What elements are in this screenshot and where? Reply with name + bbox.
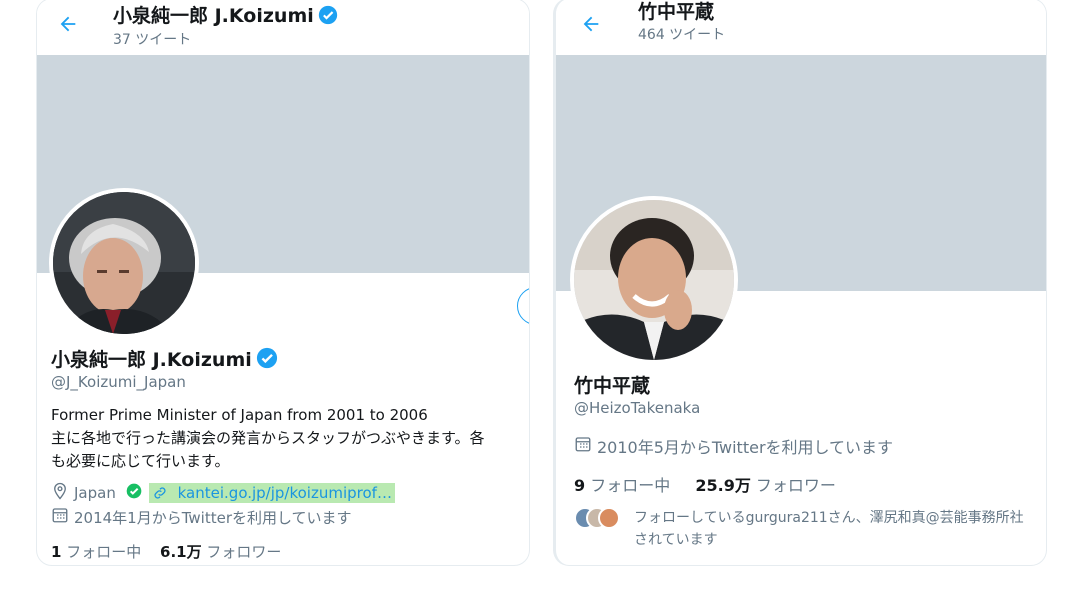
avatar[interactable] [49, 188, 199, 338]
bio-line: も必要に応じて行います。 [51, 452, 230, 470]
more-options-button[interactable] [517, 287, 529, 325]
profile-handle: @J_Koizumi_Japan [51, 373, 186, 391]
profile-card-koizumi: 小泉純一郎 J.Koizumi 37 ツイート 小泉純一郎 J.Koizumi … [36, 0, 530, 566]
link-icon [152, 484, 173, 502]
profile-name: 小泉純一郎 J.Koizumi [51, 349, 252, 371]
tweet-count: 464 ツイート [638, 27, 726, 43]
profile-card-takenaka: 竹中平蔵 464 ツイート 竹中平蔵 @HeizoTakenaka 2010年5… [553, 0, 1047, 566]
header-name: 小泉純一郎 J.Koizumi [113, 5, 314, 27]
profile-meta-row: Japan kantei.go.jp/jp/koizumiprof… [51, 482, 395, 504]
profile-header-bar: 竹中平蔵 464 ツイート [556, 0, 1046, 55]
verified-badge-icon [256, 347, 278, 374]
followed-by-line: フォローしているgurgura211さん、澤尻和真@芸能事務所社 [634, 510, 1024, 526]
profile-name-row: 小泉純一郎 J.Koizumi [51, 345, 278, 374]
tweet-count: 37 ツイート [113, 32, 192, 48]
back-arrow-icon[interactable] [580, 13, 606, 39]
followers-count: 25.9万 [695, 476, 751, 495]
profile-name: 竹中平蔵 [574, 375, 651, 397]
followed-by-text[interactable]: フォローしているgurgura211さん、澤尻和真@芸能事務所社 されています [634, 507, 1024, 551]
followed-by-avatars[interactable] [574, 507, 622, 529]
joined-text: 2010年5月からTwitterを利用しています [597, 438, 894, 457]
profile-header-bar: 小泉純一郎 J.Koizumi 37 ツイート [37, 0, 529, 55]
followers-link[interactable]: 6.1万 フォロワー [160, 543, 281, 561]
followers-count: 6.1万 [160, 543, 202, 561]
back-arrow-icon[interactable] [57, 13, 83, 39]
joined-text: 2014年1月からTwitterを利用しています [74, 508, 352, 527]
joined-row: 2010年5月からTwitterを利用しています [574, 434, 893, 458]
followers-label: フォロワー [755, 476, 836, 495]
location-pin-icon [51, 482, 74, 504]
location-text: Japan [74, 484, 116, 502]
followed-by-line: されています [634, 532, 718, 548]
profile-handle: @HeizoTakenaka [574, 399, 701, 417]
following-label: フォロー中 [66, 543, 142, 561]
header-name: 竹中平蔵 [638, 1, 715, 23]
avatar[interactable] [570, 196, 738, 364]
following-count: 9 [574, 476, 586, 495]
follow-stats: 9 フォロー中 25.9万 フォロワー [574, 472, 836, 496]
followers-label: フォロワー [206, 543, 282, 561]
website-text: kantei.go.jp/jp/koizumiprof… [177, 484, 392, 502]
following-link[interactable]: 1 フォロー中 [51, 543, 141, 561]
bio-line: Former Prime Minister of Japan from 2001… [51, 406, 428, 424]
following-link[interactable]: 9 フォロー中 [574, 476, 670, 495]
website-link[interactable]: kantei.go.jp/jp/koizumiprof… [148, 483, 395, 503]
follow-stats: 1 フォロー中 6.1万 フォロワー [51, 541, 281, 562]
followers-link[interactable]: 25.9万 フォロワー [695, 476, 836, 495]
following-count: 1 [51, 543, 62, 561]
verified-badge-icon [318, 5, 338, 30]
joined-row: 2014年1月からTwitterを利用しています [51, 506, 352, 528]
bio-line: 主に各地で行った講演会の発言からスタッフがつぶやきます。各 [51, 429, 485, 447]
avatar [598, 507, 620, 529]
profile-bio: Former Prime Minister of Japan from 2001… [51, 404, 485, 473]
header-title: 小泉純一郎 J.Koizumi [113, 1, 338, 30]
following-label: フォロー中 [590, 476, 671, 495]
calendar-icon [51, 506, 74, 528]
check-icon [126, 483, 147, 503]
calendar-icon [574, 435, 597, 457]
